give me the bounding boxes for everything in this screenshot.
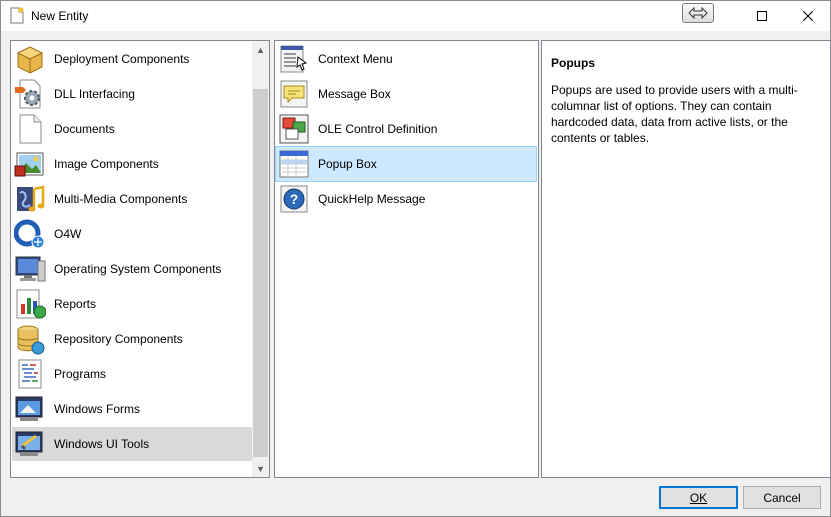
quickhelp-icon: ? <box>280 185 308 213</box>
cancel-button[interactable]: Cancel <box>743 486 821 509</box>
entity-label: Context Menu <box>318 52 393 66</box>
category-item-image-components[interactable]: Image Components <box>12 147 252 181</box>
category-label: Windows UI Tools <box>54 437 150 451</box>
close-icon <box>803 11 813 21</box>
ok-button[interactable]: OK <box>659 486 738 509</box>
entity-item-message-box[interactable]: Message Box <box>276 77 536 111</box>
category-item-o4w[interactable]: O4W <box>12 217 252 251</box>
entity-item-context-menu[interactable]: Context Menu <box>276 42 536 76</box>
entity-item-popup-box[interactable]: Popup Box <box>275 146 537 182</box>
window-title: New Entity <box>31 9 89 23</box>
ole-control-icon <box>279 114 309 144</box>
entity-label: QuickHelp Message <box>318 192 426 206</box>
popup-box-icon <box>279 150 309 178</box>
ok-button-label: OK <box>689 490 708 505</box>
category-item-repository-components[interactable]: Repository Components <box>12 322 252 356</box>
new-document-icon <box>10 7 24 24</box>
category-label: Documents <box>54 122 115 136</box>
program-code-icon <box>18 359 42 389</box>
description-pane: Popups Popups are used to provide users … <box>541 40 831 478</box>
svg-text:?: ? <box>290 191 299 207</box>
category-label: Image Components <box>54 157 159 171</box>
category-item-windows-forms[interactable]: Windows Forms <box>12 392 252 426</box>
entity-label: Message Box <box>318 87 391 101</box>
scroll-up-icon[interactable]: ▲ <box>252 41 269 58</box>
entity-item-quickhelp-message[interactable]: ? QuickHelp Message <box>276 182 536 216</box>
o4w-globe-icon <box>14 219 45 249</box>
music-note-icon <box>17 185 45 212</box>
message-box-icon <box>280 80 308 108</box>
scroll-down-icon[interactable]: ▼ <box>252 460 269 477</box>
category-list[interactable]: Deployment Components DLL Interfacing Do… <box>10 40 270 478</box>
entity-label: Popup Box <box>318 157 377 171</box>
category-label: Operating System Components <box>54 262 222 276</box>
category-item-dll-interfacing[interactable]: DLL Interfacing <box>12 77 252 111</box>
entity-label: OLE Control Definition <box>318 122 438 136</box>
entity-type-list[interactable]: Context Menu Message Box OLE Control Def… <box>274 40 539 478</box>
maximize-icon <box>757 11 767 21</box>
entity-item-ole-control-definition[interactable]: OLE Control Definition <box>276 112 536 146</box>
category-label: Windows Forms <box>54 402 141 416</box>
document-icon <box>19 114 42 144</box>
category-label: Multi-Media Components <box>54 192 188 206</box>
image-icon <box>14 152 44 177</box>
category-label: Deployment Components <box>54 52 190 66</box>
category-item-documents[interactable]: Documents <box>12 112 252 146</box>
title-bar: New Entity <box>1 1 830 31</box>
package-box-icon <box>16 46 44 74</box>
new-entity-dialog: New Entity Deployment Components DLL Int… <box>0 0 831 517</box>
category-label: DLL Interfacing <box>54 87 135 101</box>
category-label: O4W <box>54 227 82 241</box>
category-item-windows-ui-tools[interactable]: Windows UI Tools <box>12 427 252 461</box>
category-item-multi-media-components[interactable]: Multi-Media Components <box>12 182 252 216</box>
ui-tools-icon <box>15 431 43 456</box>
window-form-icon <box>15 396 43 421</box>
category-label: Programs <box>54 367 107 381</box>
category-item-reports[interactable]: Reports <box>12 287 252 321</box>
scrollbar-thumb[interactable] <box>253 89 268 457</box>
dll-gear-icon <box>15 79 41 109</box>
resize-arrows-icon[interactable] <box>682 3 714 23</box>
maximize-button[interactable] <box>739 1 785 31</box>
category-scrollbar[interactable]: ▲ ▼ <box>252 41 269 477</box>
monitor-icon <box>15 256 46 282</box>
category-item-programs[interactable]: Programs <box>12 357 252 391</box>
category-label: Reports <box>54 297 97 311</box>
category-item-operating-system-components[interactable]: Operating System Components <box>12 252 252 286</box>
description-title: Popups <box>551 56 595 70</box>
report-chart-icon <box>16 289 46 319</box>
category-item-deployment-components[interactable]: Deployment Components <box>12 42 252 76</box>
database-icon <box>17 325 45 355</box>
category-label: Repository Components <box>54 332 183 346</box>
description-body: Popups are used to provide users with a … <box>551 83 798 145</box>
context-menu-icon <box>280 45 308 73</box>
close-button[interactable] <box>785 1 831 31</box>
cancel-button-label: Cancel <box>763 490 801 505</box>
